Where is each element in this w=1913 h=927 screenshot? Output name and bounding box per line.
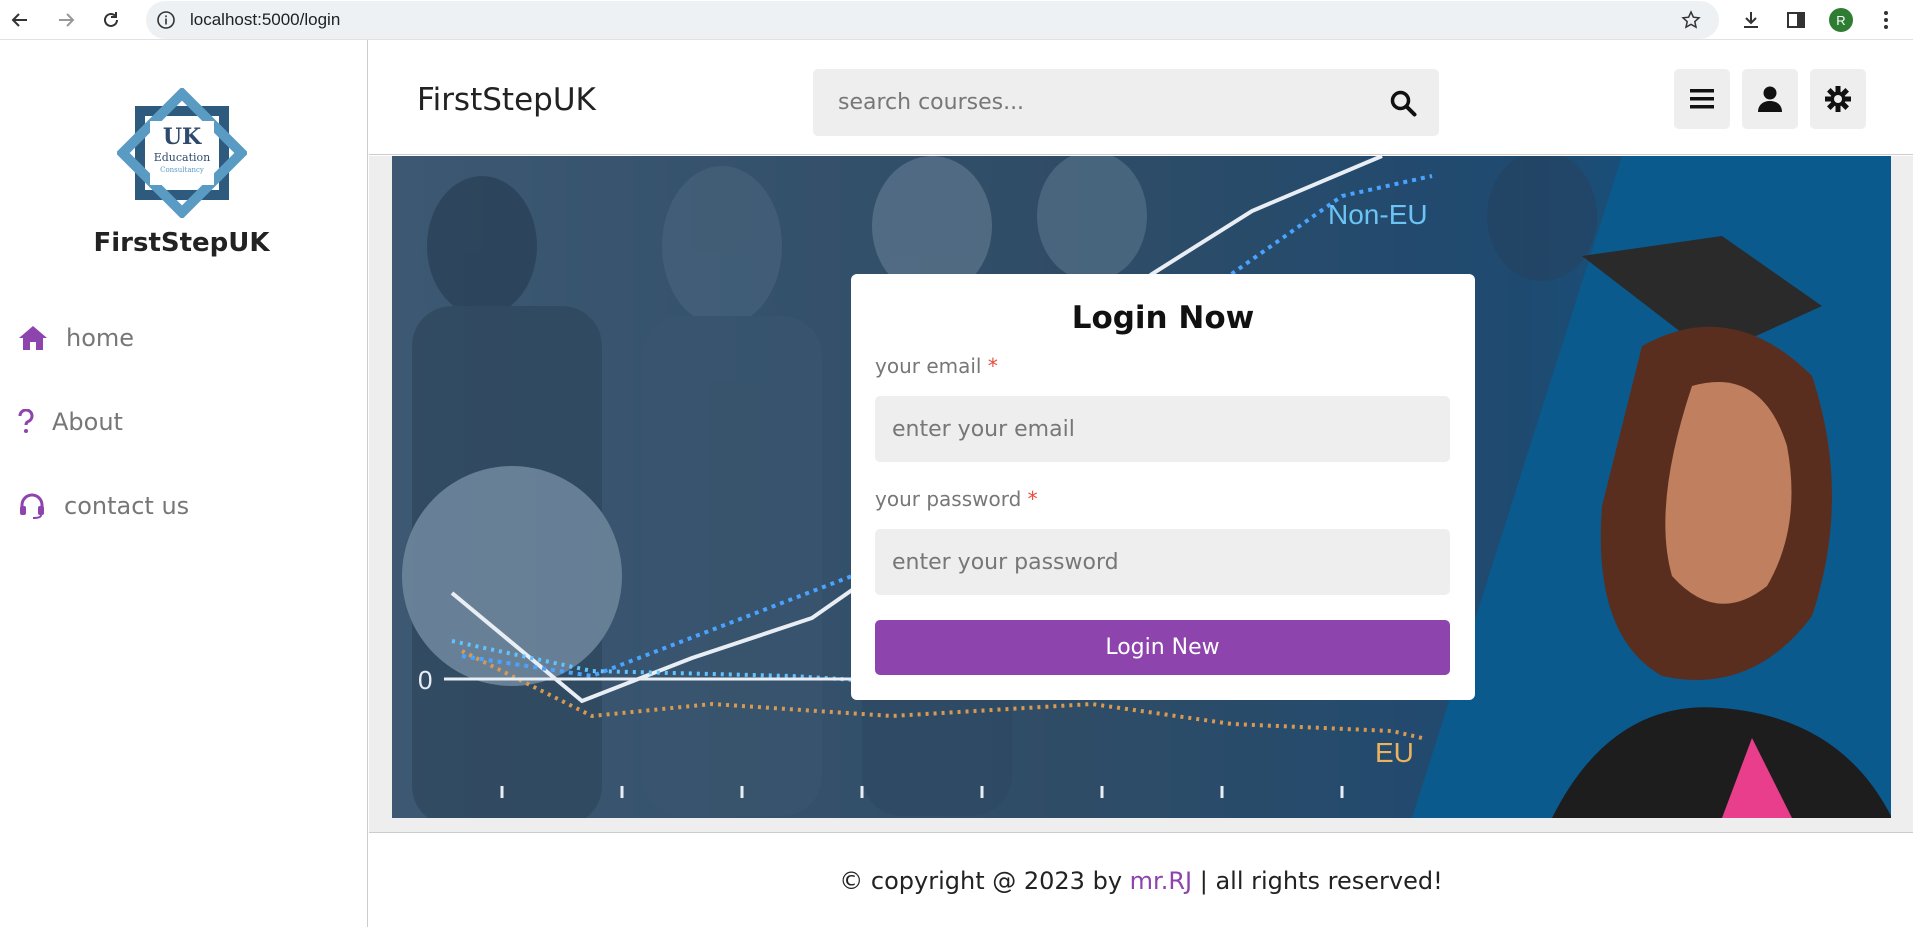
sidebar-item-about[interactable]: About xyxy=(18,408,123,436)
sidebar-item-label: contact us xyxy=(64,492,190,520)
sidebar-item-label: About xyxy=(52,408,123,436)
theme-toggle-icon xyxy=(1825,86,1851,112)
copyright-prefix: © copyright @ 2023 by xyxy=(839,867,1130,895)
header-brand-name[interactable]: FirstStepUK xyxy=(417,82,596,118)
email-label: your email * xyxy=(875,354,998,378)
menu-icon xyxy=(1690,89,1714,109)
search-icon[interactable] xyxy=(1389,89,1417,121)
search-input[interactable] xyxy=(813,69,1373,136)
page-header: FirstStepUK xyxy=(369,40,1913,155)
arrow-right-icon xyxy=(59,13,75,27)
kebab-menu-icon xyxy=(1884,11,1888,29)
brand-logo[interactable]: UK Education Consultancy xyxy=(115,86,249,220)
copyright-text: © copyright @ 2023 by mr.RJ | all rights… xyxy=(369,867,1913,895)
hero-background-image: Non-EU EU 0 Login Now your email * your … xyxy=(392,156,1891,818)
back-button[interactable] xyxy=(6,6,34,34)
headset-icon xyxy=(18,493,46,519)
password-label: your password * xyxy=(875,487,1038,511)
password-label-text: your password xyxy=(875,487,1022,511)
reload-button[interactable] xyxy=(97,6,125,34)
browser-menu-button[interactable] xyxy=(1872,6,1900,34)
author-link[interactable]: mr.RJ xyxy=(1130,867,1192,895)
sidebar-item-label: home xyxy=(66,324,135,352)
address-bar[interactable]: localhost:5000/login xyxy=(146,1,1719,39)
page-footer: © copyright @ 2023 by mr.RJ | all rights… xyxy=(369,832,1913,927)
avatar: R xyxy=(1829,8,1853,32)
hero-label-noneu: Non-EU xyxy=(1328,199,1428,230)
user-button[interactable] xyxy=(1742,69,1798,129)
profile-button[interactable]: R xyxy=(1827,6,1855,34)
logo-text: Education xyxy=(154,151,211,164)
download-icon xyxy=(1744,12,1758,28)
logo-text: Consultancy xyxy=(160,166,204,174)
forward-button[interactable] xyxy=(52,6,80,34)
search-box xyxy=(813,69,1439,136)
question-icon xyxy=(18,409,34,435)
logo-text: UK xyxy=(163,124,202,150)
login-form: Login Now your email * your password * L… xyxy=(851,274,1475,700)
downloads-button[interactable] xyxy=(1737,6,1765,34)
side-panel-icon xyxy=(1787,12,1805,28)
theme-toggle-button[interactable] xyxy=(1810,69,1866,129)
menu-button[interactable] xyxy=(1674,69,1730,129)
side-panel-button[interactable] xyxy=(1782,6,1810,34)
arrow-left-icon xyxy=(11,13,27,27)
sidebar-brand-name: FirstStepUK xyxy=(93,228,270,258)
email-field[interactable] xyxy=(875,396,1450,462)
url-text: localhost:5000/login xyxy=(190,10,341,29)
user-icon xyxy=(1758,86,1782,112)
login-title: Login Now xyxy=(1071,300,1255,336)
bookmark-star-icon[interactable] xyxy=(1681,10,1701,34)
hero-label-zero: 0 xyxy=(418,665,432,695)
required-mark: * xyxy=(987,354,998,378)
email-label-text: your email xyxy=(875,354,982,378)
sidebar-item-contact[interactable]: contact us xyxy=(18,492,189,520)
password-field[interactable] xyxy=(875,529,1450,595)
hero-label-eu: EU xyxy=(1375,737,1414,768)
site-info-icon[interactable] xyxy=(156,10,176,34)
copyright-suffix: | all rights reserved! xyxy=(1192,867,1443,895)
sidebar-item-home[interactable]: home xyxy=(18,324,134,352)
home-icon xyxy=(18,325,48,351)
reload-icon xyxy=(104,12,118,27)
login-button[interactable]: Login New xyxy=(875,620,1450,675)
required-mark: * xyxy=(1027,487,1038,511)
browser-toolbar: localhost:5000/login R xyxy=(0,0,1913,40)
main-content: Non-EU EU 0 Login Now your email * your … xyxy=(369,156,1913,832)
sidebar: UK Education Consultancy FirstStepUK hom… xyxy=(0,40,368,927)
